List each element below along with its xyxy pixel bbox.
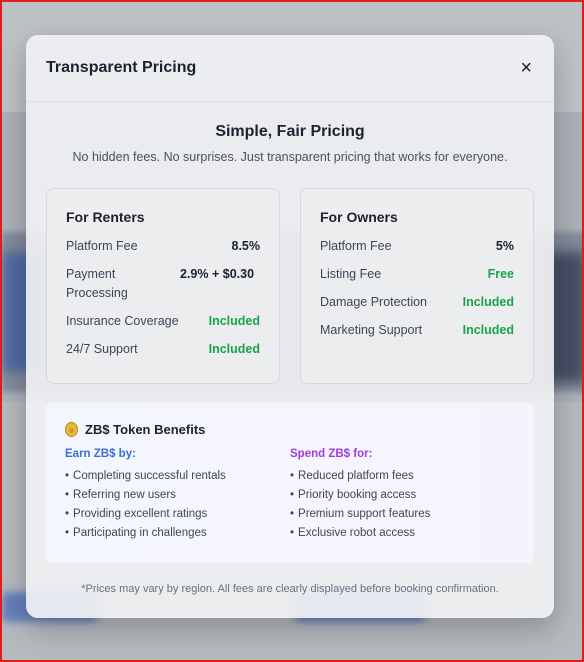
renters-row-support: 24/7 Support Included — [66, 340, 260, 359]
row-label: Damage Protection — [320, 295, 428, 309]
hero-subtitle: No hidden fees. No surprises. Just trans… — [72, 150, 508, 164]
pricing-cards: For Renters Platform Fee 8.5% Payment Pr… — [46, 188, 534, 384]
renters-row-insurance: Insurance Coverage Included — [66, 312, 260, 331]
renters-row-platform-fee: Platform Fee 8.5% — [66, 237, 260, 256]
row-value: 8.5% — [231, 239, 261, 253]
owners-row-damage-protection: Damage Protection Included — [320, 293, 514, 312]
token-columns: Earn ZB$ by: Completing successful renta… — [65, 448, 515, 543]
pricing-modal: Transparent Pricing × Simple, Fair Prici… — [26, 35, 554, 618]
owners-card: For Owners Platform Fee 5% Listing Fee F… — [300, 188, 534, 384]
list-item: Participating in challenges — [65, 524, 290, 543]
earn-heading: Earn ZB$ by: — [65, 448, 136, 460]
list-item: Exclusive robot access — [290, 524, 515, 543]
owners-row-marketing-support: Marketing Support Included — [320, 321, 514, 340]
owners-row-listing-fee: Listing Fee Free — [320, 265, 514, 284]
close-icon[interactable]: × — [520, 58, 532, 78]
modal-header: Transparent Pricing × — [26, 35, 554, 102]
row-value: Included — [462, 295, 514, 309]
row-value: 2.9% + $0.30 — [180, 267, 255, 281]
row-label: Platform Fee — [320, 239, 392, 253]
hero-title: Simple, Fair Pricing — [215, 123, 365, 140]
row-label: Payment Processing — [66, 267, 128, 300]
list-item: Premium support features — [290, 505, 515, 524]
row-label: Marketing Support — [320, 323, 423, 337]
row-label: Insurance Coverage — [66, 314, 179, 328]
row-label: Platform Fee — [66, 239, 138, 253]
token-title-text: ZB$ Token Benefits — [85, 422, 206, 437]
row-label: Listing Fee — [320, 267, 382, 281]
row-value: Included — [208, 342, 260, 356]
owners-row-platform-fee: Platform Fee 5% — [320, 237, 514, 256]
renters-card: For Renters Platform Fee 8.5% Payment Pr… — [46, 188, 280, 384]
row-value: Free — [487, 267, 514, 281]
token-benefits-panel: ZB$ Token Benefits Earn ZB$ by: Completi… — [46, 403, 534, 563]
spend-list: Reduced platform fees Priority booking a… — [290, 467, 515, 543]
pricing-footnote: *Prices may vary by region. All fees are… — [81, 583, 499, 595]
owners-card-title: For Owners — [320, 209, 398, 225]
row-value: 5% — [495, 239, 514, 253]
spend-column: Spend ZB$ for: Reduced platform fees Pri… — [290, 448, 515, 543]
coin-icon — [65, 422, 78, 437]
list-item: Referring new users — [65, 486, 290, 505]
token-benefits-title: ZB$ Token Benefits — [65, 422, 515, 437]
list-item: Providing excellent ratings — [65, 505, 290, 524]
hero: Simple, Fair Pricing No hidden fees. No … — [26, 123, 554, 164]
earn-column: Earn ZB$ by: Completing successful renta… — [65, 448, 290, 543]
renters-row-payment-processing: Payment Processing 2.9% + $0.30 — [66, 265, 260, 303]
row-value: Included — [208, 314, 260, 328]
row-value: Included — [462, 323, 514, 337]
spend-heading: Spend ZB$ for: — [290, 448, 373, 460]
list-item: Reduced platform fees — [290, 467, 515, 486]
renters-card-title: For Renters — [66, 209, 145, 225]
row-label: 24/7 Support — [66, 342, 138, 356]
modal-title: Transparent Pricing — [46, 59, 197, 76]
list-item: Priority booking access — [290, 486, 515, 505]
list-item: Completing successful rentals — [65, 467, 290, 486]
earn-list: Completing successful rentals Referring … — [65, 467, 290, 543]
